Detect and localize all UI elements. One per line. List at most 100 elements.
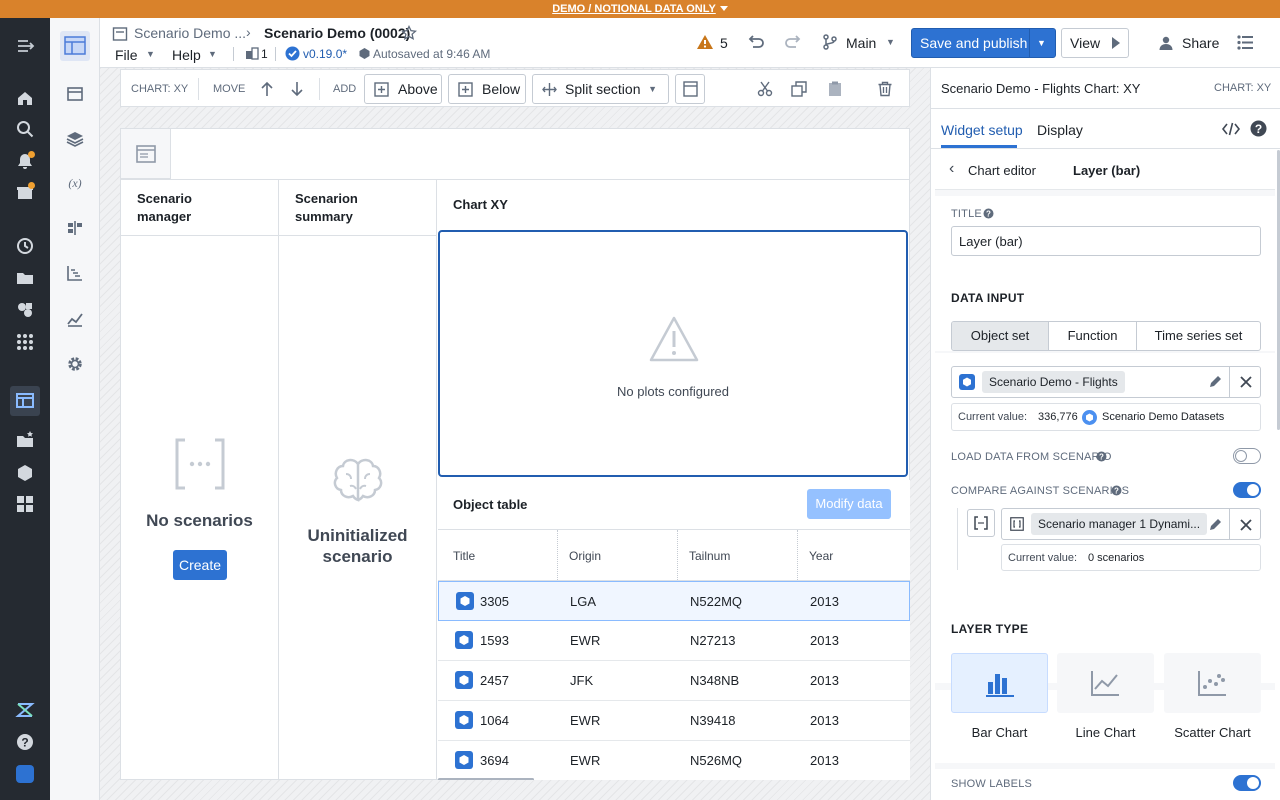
table-row[interactable]: 2457 JFK N348NB 2013 <box>438 661 910 701</box>
segment-function[interactable]: Function <box>1049 322 1137 350</box>
chart-steps-icon[interactable] <box>65 263 85 283</box>
table-row[interactable]: 1593 EWR N27213 2013 <box>438 621 910 661</box>
add-above-button[interactable]: Above <box>364 74 442 104</box>
load-from-scenario-toggle[interactable] <box>1233 448 1261 464</box>
search-icon[interactable] <box>15 119 35 139</box>
branch-selector[interactable]: Main <box>846 35 876 51</box>
version-label[interactable]: v0.19.0* <box>303 47 347 61</box>
user-avatar[interactable] <box>15 764 35 784</box>
table-row[interactable]: 3305 LGA N522MQ 2013 <box>438 581 910 621</box>
chart-xy-widget[interactable]: No plots configured <box>438 230 908 477</box>
modify-data-button[interactable]: Modify data <box>807 489 891 519</box>
breadcrumb-parent[interactable]: Scenario Demo ... <box>134 25 246 41</box>
dashboard-star-icon[interactable] <box>15 494 35 514</box>
segment-object-set[interactable]: Object set <box>952 322 1049 350</box>
share-button[interactable]: Share <box>1182 35 1219 51</box>
history-icon[interactable] <box>15 236 35 256</box>
help-icon[interactable]: ? <box>1250 120 1267 137</box>
apps-cluster-icon[interactable] <box>15 300 35 320</box>
duplicate-icon[interactable] <box>791 81 807 97</box>
tab-widget-setup[interactable]: Widget setup <box>941 122 1023 138</box>
layer-line-chart-card[interactable] <box>1057 653 1154 713</box>
column-header-year[interactable]: Year <box>809 549 833 563</box>
view-button[interactable]: View <box>1061 28 1129 58</box>
undo-icon[interactable] <box>747 34 765 50</box>
add-below-button[interactable]: Below <box>448 74 526 104</box>
current-value-count: 336,776 <box>1038 411 1078 423</box>
object-set-selector[interactable]: Scenario Demo - Flights <box>951 366 1261 398</box>
scenario-variable-button[interactable] <box>967 509 995 537</box>
cube-star-icon[interactable] <box>15 462 35 482</box>
info-icon[interactable]: ? <box>983 208 994 219</box>
app-logo-icon[interactable] <box>60 31 90 61</box>
warning-count[interactable]: 5 <box>720 35 728 51</box>
code-icon[interactable] <box>1222 121 1240 137</box>
title-input[interactable]: Layer (bar) <box>951 226 1261 256</box>
folder-star-icon[interactable] <box>15 430 35 450</box>
settings-gear-icon[interactable] <box>65 354 85 374</box>
layers-icon[interactable] <box>65 129 85 149</box>
back-chevron-icon[interactable]: ‹ <box>949 160 954 178</box>
ai-assist-icon[interactable] <box>15 700 35 720</box>
layout-panel-button[interactable] <box>675 74 705 104</box>
notifications-icon[interactable] <box>15 151 35 171</box>
cell-title[interactable]: 3694 <box>480 753 509 768</box>
cell-title[interactable]: 2457 <box>480 673 509 688</box>
grid-apps-icon[interactable] <box>15 332 35 352</box>
favorite-star-icon[interactable] <box>401 25 417 41</box>
delete-trash-icon[interactable] <box>877 81 893 97</box>
scenario-manager-selector[interactable]: Scenario manager 1 Dynami... <box>1001 508 1261 540</box>
cell-origin: EWR <box>570 633 601 648</box>
cell-title[interactable]: 1064 <box>480 713 509 728</box>
layer-bar-chart-card[interactable] <box>951 653 1048 713</box>
layer-scatter-chart-card[interactable] <box>1164 653 1261 713</box>
table-row[interactable]: 3694 EWR N526MQ 2013 <box>438 741 910 776</box>
home-icon[interactable] <box>15 88 35 108</box>
list-menu-icon[interactable] <box>1237 34 1254 51</box>
edit-pencil-icon[interactable] <box>1208 517 1223 532</box>
column-header-tailnum[interactable]: Tailnum <box>689 549 730 563</box>
section-tab[interactable] <box>121 129 171 179</box>
scatter-chart-icon <box>1197 669 1227 697</box>
align-icon[interactable] <box>65 218 85 238</box>
compare-scenarios-toggle[interactable] <box>1233 482 1261 498</box>
file-menu[interactable]: File <box>115 47 138 63</box>
gift-icon[interactable] <box>15 182 35 202</box>
clear-x-icon[interactable] <box>1239 518 1253 532</box>
table-row[interactable]: 1064 EWR N39418 2013 <box>438 701 910 741</box>
branch-count[interactable]: 1 <box>261 47 268 61</box>
autosave-status: Autosaved at 9:46 AM <box>373 47 491 61</box>
create-scenario-button[interactable]: Create <box>173 550 227 580</box>
segment-time-series-set[interactable]: Time series set <box>1137 322 1260 350</box>
help-circle-icon[interactable]: ? <box>15 732 35 752</box>
variables-icon[interactable]: (x) <box>65 173 85 193</box>
publish-options-caret-icon[interactable]: ▼ <box>1037 38 1046 48</box>
cell-title[interactable]: 1593 <box>480 633 509 648</box>
back-chart-editor[interactable]: Chart editor <box>968 163 1036 178</box>
help-menu[interactable]: Help <box>172 47 201 63</box>
move-down-icon[interactable] <box>290 81 304 97</box>
info-icon[interactable]: ? <box>1096 451 1107 462</box>
info-icon[interactable]: ? <box>1111 485 1122 496</box>
save-publish-button[interactable]: Save and publish ▼ <box>911 28 1056 58</box>
redo-icon[interactable] <box>784 34 802 50</box>
expand-menu-icon[interactable] <box>15 36 35 56</box>
cell-title[interactable]: 3305 <box>480 594 509 609</box>
column-header-title[interactable]: Title <box>453 549 475 563</box>
folder-icon[interactable] <box>15 268 35 288</box>
clear-x-icon[interactable] <box>1239 375 1253 389</box>
show-labels-toggle[interactable] <box>1233 775 1261 791</box>
demo-banner[interactable]: DEMO / NOTIONAL DATA ONLY <box>0 0 1280 18</box>
column-header-origin[interactable]: Origin <box>569 549 601 563</box>
edit-pencil-icon[interactable] <box>1208 374 1223 389</box>
workshop-app-icon[interactable] <box>10 386 40 416</box>
line-chart-icon[interactable] <box>65 309 85 329</box>
page-outline-icon[interactable] <box>65 84 85 104</box>
cut-scissors-icon[interactable] <box>757 81 773 97</box>
warning-triangle-icon[interactable] <box>696 34 714 50</box>
paste-clipboard-icon[interactable] <box>828 81 842 97</box>
move-up-icon[interactable] <box>260 81 274 97</box>
horizontal-scrollbar[interactable] <box>438 778 534 780</box>
tab-display[interactable]: Display <box>1037 122 1083 138</box>
split-section-button[interactable]: Split section ▼ <box>532 74 669 104</box>
